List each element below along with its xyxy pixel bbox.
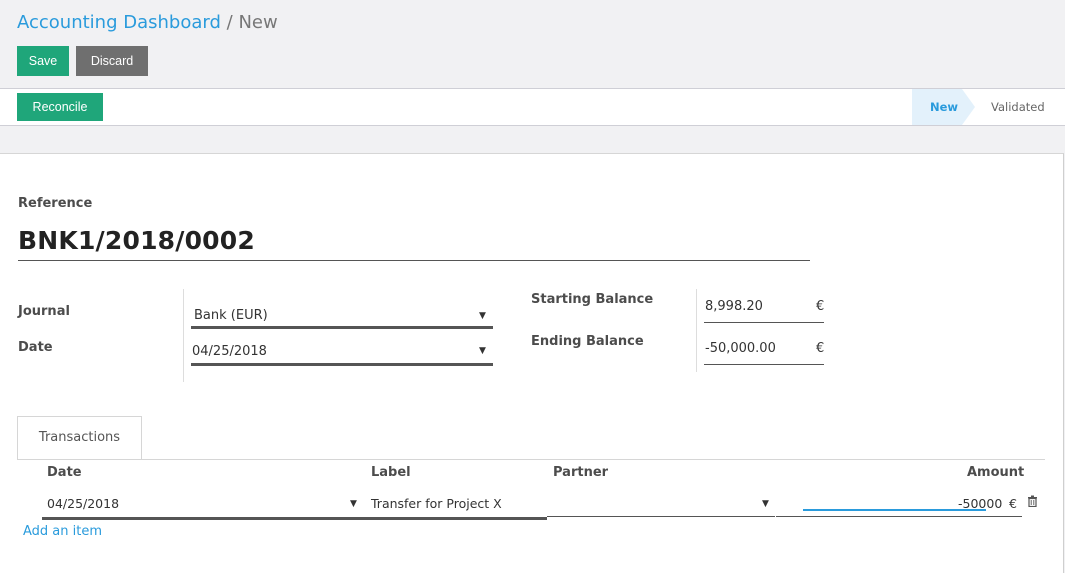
breadcrumb-current: New bbox=[238, 12, 278, 33]
balance-separator bbox=[696, 289, 697, 372]
date-underline bbox=[191, 363, 493, 366]
save-button[interactable]: Save bbox=[17, 46, 69, 76]
breadcrumb-accounting-dashboard[interactable]: Accounting Dashboard bbox=[17, 12, 221, 33]
row-label-input[interactable]: Transfer for Project X bbox=[371, 496, 502, 511]
ending-balance-input[interactable]: -50,000.00 bbox=[705, 341, 776, 356]
tab-divider bbox=[17, 459, 1045, 460]
add-item-link[interactable]: Add an item bbox=[23, 524, 102, 539]
reconcile-button[interactable]: Reconcile bbox=[17, 93, 103, 121]
breadcrumb-separator: / bbox=[226, 12, 233, 33]
row-amount-currency: € bbox=[1009, 496, 1017, 511]
journal-dropdown-icon[interactable]: ▼ bbox=[479, 311, 486, 321]
trash-icon[interactable] bbox=[1027, 495, 1038, 507]
tab-transactions[interactable]: Transactions bbox=[17, 416, 142, 460]
ending-balance-underline bbox=[704, 364, 824, 365]
column-label[interactable]: Label bbox=[371, 465, 411, 480]
form-header: Reconcile New Validated bbox=[0, 88, 1065, 126]
starting-balance-input[interactable]: 8,998.20 bbox=[705, 299, 763, 314]
date-label: Date bbox=[18, 340, 53, 355]
reference-underline bbox=[18, 260, 810, 261]
column-date[interactable]: Date bbox=[47, 465, 82, 480]
row-partner-underline bbox=[547, 516, 775, 517]
status-arrow-icon bbox=[962, 89, 975, 125]
field-separator bbox=[183, 289, 184, 382]
date-input[interactable]: 04/25/2018 bbox=[192, 344, 267, 359]
row-amount-underline bbox=[776, 516, 1022, 517]
row-date-input[interactable]: 04/25/2018 bbox=[47, 496, 119, 511]
status-new[interactable]: New bbox=[912, 89, 962, 125]
starting-balance-currency: € bbox=[816, 299, 825, 314]
starting-balance-label: Starting Balance bbox=[531, 292, 654, 307]
journal-underline bbox=[191, 326, 493, 329]
row-date-underline bbox=[42, 517, 547, 520]
status-validated[interactable]: Validated bbox=[991, 89, 1045, 125]
ending-balance-label: Ending Balance bbox=[531, 334, 644, 349]
row-date-dropdown-icon[interactable]: ▼ bbox=[350, 499, 357, 509]
discard-button[interactable]: Discard bbox=[76, 46, 148, 76]
ending-balance-currency: € bbox=[816, 341, 825, 356]
column-partner[interactable]: Partner bbox=[553, 465, 608, 480]
row-amount-focus-underline bbox=[803, 509, 986, 511]
date-dropdown-icon[interactable]: ▼ bbox=[479, 346, 486, 356]
breadcrumb: Accounting Dashboard / New bbox=[17, 12, 278, 33]
journal-label: Journal bbox=[18, 304, 70, 319]
form-sheet: Reference BNK1/2018/0002 Journal Date Ba… bbox=[0, 153, 1064, 573]
journal-select[interactable]: Bank (EUR) bbox=[194, 308, 268, 323]
column-amount[interactable]: Amount bbox=[967, 465, 1024, 480]
reference-label: Reference bbox=[18, 196, 93, 211]
row-partner-dropdown-icon[interactable]: ▼ bbox=[762, 499, 769, 509]
starting-balance-underline bbox=[704, 322, 824, 323]
reference-field[interactable]: BNK1/2018/0002 bbox=[18, 226, 255, 255]
